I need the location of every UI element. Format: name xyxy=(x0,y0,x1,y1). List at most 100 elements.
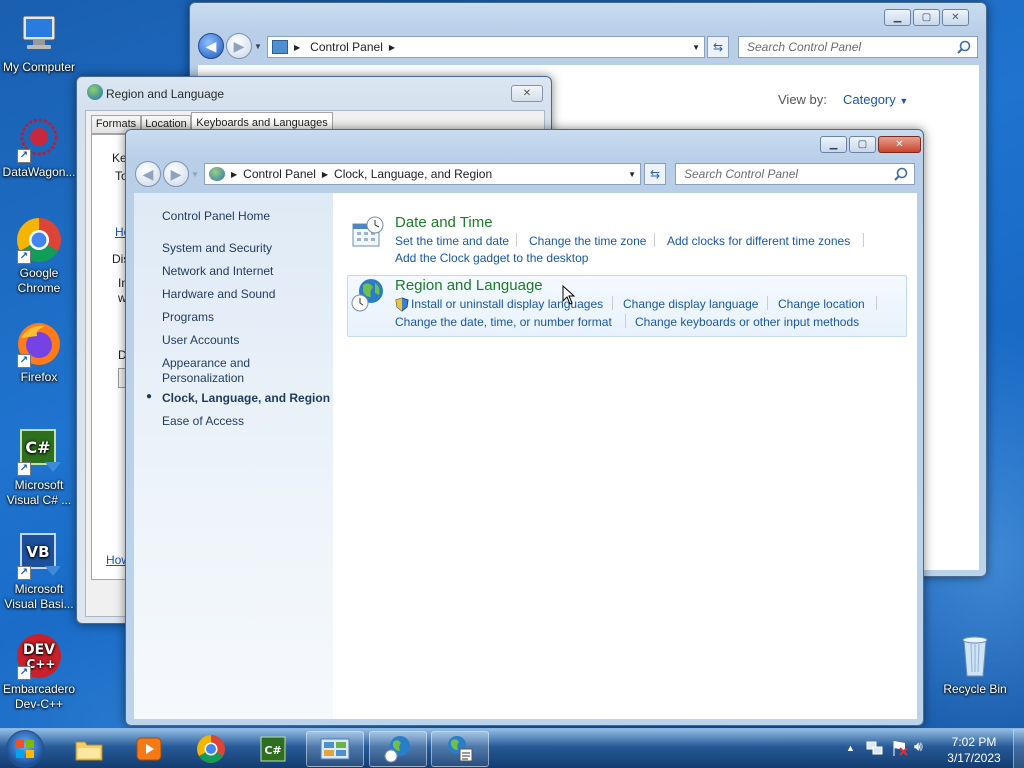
change-date-time-number-format-link[interactable]: Change the date, time, or number format xyxy=(395,315,612,329)
forward-button[interactable]: ▶ xyxy=(226,33,252,59)
main-content: Date and Time Set the time and date Chan… xyxy=(333,193,917,719)
sidebar-item-hardware-sound[interactable]: Hardware and Sound xyxy=(162,287,275,301)
date-time-title[interactable]: Date and Time xyxy=(395,214,493,231)
minimize-button[interactable]: ▁ xyxy=(820,136,847,153)
desktop-icon-visual-csharp[interactable]: C# ↗ Microsoft Visual C# ... xyxy=(2,428,76,508)
chrome-icon xyxy=(197,735,225,763)
add-clock-gadget-link[interactable]: Add the Clock gadget to the desktop xyxy=(395,251,588,265)
desktop-icon-label: Embarcadero Dev-C++ xyxy=(2,682,76,711)
show-hidden-icons-icon[interactable]: ▲ xyxy=(846,743,855,753)
breadcrumb-clock-language-region[interactable]: Clock, Language, and Region xyxy=(334,167,492,181)
dropdown-arrow-icon: ▼ xyxy=(899,96,909,106)
taskbar-explorer[interactable] xyxy=(60,731,118,767)
change-location-link[interactable]: Change location xyxy=(778,297,865,311)
link-separator xyxy=(654,233,655,247)
clock-time: 7:02 PM xyxy=(951,735,997,749)
address-dropdown-icon[interactable]: ▼ xyxy=(628,170,636,179)
change-display-language-link[interactable]: Change display language xyxy=(623,297,758,311)
datawagon-icon: ↗ xyxy=(15,115,63,163)
control-panel-icon xyxy=(320,738,350,760)
link-separator xyxy=(516,233,517,247)
desktop-icon-visual-basic[interactable]: VB ↗ Microsoft Visual Basi... xyxy=(2,532,76,612)
address-dropdown-icon[interactable]: ▼ xyxy=(692,43,700,52)
close-button[interactable]: ✕ xyxy=(511,85,543,102)
sidebar-item-programs[interactable]: Programs xyxy=(162,310,214,324)
address-bar[interactable]: ▶ Control Panel ▶ ▼ xyxy=(267,36,705,58)
taskbar-media-player[interactable] xyxy=(120,731,178,767)
close-button[interactable]: ✕ xyxy=(942,9,969,26)
link-separator xyxy=(625,314,626,328)
search-input[interactable]: Search Control Panel xyxy=(675,163,915,185)
desktop-icon-firefox[interactable]: ↗ Firefox xyxy=(2,320,76,385)
maximize-button[interactable]: ▢ xyxy=(849,136,876,153)
desktop-icon-chrome[interactable]: ↗ Google Chrome xyxy=(2,216,76,296)
desktop-icon-devcpp[interactable]: DEV C++ ↗ Embarcadero Dev-C++ xyxy=(2,632,76,712)
system-clock[interactable]: 7:02 PM 3/17/2023 xyxy=(938,734,1010,766)
taskbar-control-panel[interactable] xyxy=(306,731,364,767)
sidebar-item-appearance[interactable]: Appearance and Personalization xyxy=(162,356,272,386)
region-settings-icon xyxy=(448,736,473,762)
desktop-icon-label: Microsoft Visual C# ... xyxy=(6,478,72,507)
close-button[interactable]: ✕ xyxy=(878,136,921,153)
region-language-title[interactable]: Region and Language xyxy=(395,277,543,294)
breadcrumb-control-panel[interactable]: Control Panel xyxy=(310,40,383,54)
refresh-icon: ⇆ xyxy=(649,167,661,181)
recent-pages-dropdown-icon[interactable]: ▼ xyxy=(254,42,262,51)
folder-icon xyxy=(75,741,103,761)
recent-pages-dropdown-icon[interactable]: ▼ xyxy=(191,170,199,179)
search-placeholder: Search Control Panel xyxy=(747,40,862,54)
breadcrumb-control-panel[interactable]: Control Panel xyxy=(243,167,316,181)
taskbar-region-language[interactable] xyxy=(369,731,427,767)
firefox-icon: ↗ xyxy=(15,320,63,368)
change-keyboards-link[interactable]: Change keyboards or other input methods xyxy=(635,315,859,329)
show-desktop-button[interactable] xyxy=(1013,729,1024,768)
desktop-icon-label: My Computer xyxy=(2,60,76,74)
maximize-button[interactable]: ▢ xyxy=(913,9,940,26)
view-by-dropdown[interactable]: Category ▼ xyxy=(843,92,908,107)
link-separator xyxy=(612,296,613,310)
taskbar-region-dialog[interactable] xyxy=(431,731,489,767)
forward-button[interactable]: ▶ xyxy=(163,161,189,187)
search-input[interactable]: Search Control Panel xyxy=(738,36,978,58)
visual-basic-icon: VB ↗ xyxy=(15,532,63,580)
shield-icon xyxy=(395,297,409,312)
minimize-button[interactable]: ▁ xyxy=(884,9,911,26)
add-clocks-link[interactable]: Add clocks for different time zones xyxy=(667,234,850,248)
mouse-cursor-icon xyxy=(562,285,576,305)
svg-text:C#: C# xyxy=(25,438,50,457)
devcpp-icon: DEV C++ ↗ xyxy=(15,632,63,680)
volume-icon[interactable]: 🔊︎ xyxy=(914,738,923,755)
desktop-icon-datawagon[interactable]: ↗ DataWagon... xyxy=(2,115,76,180)
address-bar[interactable]: ▶ Control Panel ▶ Clock, Language, and R… xyxy=(204,163,641,185)
sidebar-item-user-accounts[interactable]: User Accounts xyxy=(162,333,239,347)
refresh-button[interactable]: ⇆ xyxy=(707,36,729,58)
taskbar-visual-csharp[interactable]: C# xyxy=(244,731,302,767)
media-player-icon xyxy=(136,737,162,761)
sidebar-item-system-security[interactable]: System and Security xyxy=(162,241,272,255)
desktop-icon-recycle-bin[interactable]: Recycle Bin xyxy=(938,632,1012,697)
tab-label: Keyboards and Languages xyxy=(196,117,328,129)
link-separator xyxy=(863,233,864,247)
network-icon[interactable] xyxy=(866,739,884,757)
breadcrumb-separator-icon: ▶ xyxy=(294,42,301,52)
start-button[interactable] xyxy=(6,730,44,768)
sidebar-home-link[interactable]: Control Panel Home xyxy=(162,209,270,223)
control-panel-icon xyxy=(209,167,225,181)
set-time-date-link[interactable]: Set the time and date xyxy=(395,234,509,248)
desktop-icon-label: Microsoft Visual Basi... xyxy=(4,582,74,611)
back-button[interactable]: ◀ xyxy=(198,33,224,59)
back-button[interactable]: ◀ xyxy=(135,161,161,187)
date-time-icon xyxy=(352,216,384,247)
taskbar: C# ▲ 🔊︎ 7:02 PM 3/17/2023 xyxy=(0,728,1024,768)
desktop-icon-my-computer[interactable]: My Computer xyxy=(2,10,76,75)
taskbar-chrome[interactable] xyxy=(182,731,240,767)
refresh-button[interactable]: ⇆ xyxy=(644,163,666,185)
refresh-icon: ⇆ xyxy=(712,40,724,54)
view-by-value: Category xyxy=(843,92,896,107)
change-time-zone-link[interactable]: Change the time zone xyxy=(529,234,646,248)
svg-text:DEV: DEV xyxy=(23,642,55,658)
sidebar-item-network-internet[interactable]: Network and Internet xyxy=(162,264,273,278)
action-center-flag-icon[interactable] xyxy=(891,739,909,757)
sidebar-item-ease-of-access[interactable]: Ease of Access xyxy=(162,414,244,428)
search-placeholder: Search Control Panel xyxy=(684,167,799,181)
